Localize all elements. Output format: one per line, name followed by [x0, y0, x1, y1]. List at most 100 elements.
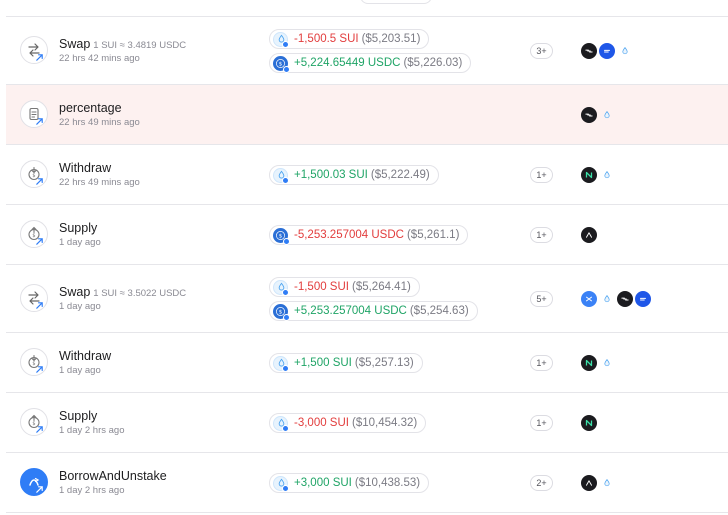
transaction-time: 1 day ago: [59, 301, 101, 312]
arrow-protocol-logo-icon: [581, 227, 597, 243]
amount-pill: +1,500 SUI ($5,257.13): [269, 353, 423, 373]
protocol-logos: [581, 355, 615, 371]
transaction-type: Supply: [59, 221, 97, 235]
navy-dash-logo-icon: [635, 291, 651, 307]
navi-logo-icon: [581, 355, 597, 371]
transaction-row[interactable]: $ Withdraw 22 hrs 49 mins ago +1,500.03 SUI…: [6, 145, 728, 205]
interaction-count-badge[interactable]: 5+: [530, 291, 553, 307]
amount-pill: -1,500 SUI ($5,264.41): [269, 277, 420, 297]
transaction-time: 22 hrs 42 mins ago: [59, 53, 140, 64]
sui-drop-logo-icon: [599, 167, 615, 183]
transaction-list: Swap 1 SUI ≈ 3.4819 USDC 22 hrs 42 mins ag…: [0, 0, 728, 515]
transaction-type: Withdraw: [59, 349, 111, 363]
transaction-row[interactable]: percentage 22 hrs 49 mins ago: [6, 85, 728, 145]
interaction-count-badge[interactable]: 2+: [530, 475, 553, 491]
svg-text:$: $: [279, 61, 283, 67]
swap-icon: [20, 284, 48, 312]
usd-value: ($5,222.49): [370, 169, 430, 181]
transaction-type-label: Swap: [59, 285, 91, 299]
token-amount: -1,500.5 SUI: [294, 33, 359, 45]
amount-pill: $ -5,253.257004 USDC ($5,261.1): [269, 225, 469, 245]
protocol-logos: [581, 227, 597, 243]
supply-icon: $: [20, 408, 48, 436]
token-amount: +3,000 SUI: [294, 477, 352, 489]
dark-stripes-logo-icon: [581, 43, 597, 59]
dark-stripes-logo-icon: [581, 107, 597, 123]
navi-logo-icon: [581, 167, 597, 183]
transaction-type: Swap 1 SUI ≈ 3.4819 USDC: [59, 37, 186, 51]
transaction-row[interactable]: Swap 1 SUI ≈ 3.5022 USDC 1 day ago -1,500 S…: [6, 265, 728, 333]
transaction-time: 22 hrs 49 mins ago: [59, 177, 140, 188]
token-amount: -1,500 SUI: [294, 281, 349, 293]
amount-pill: -1,500.5 SUI ($5,203.51): [269, 29, 430, 49]
protocol-logos: [581, 43, 633, 59]
usd-value: ($5,203.51): [361, 33, 421, 45]
swap-rate: 1 SUI ≈ 3.4819 USDC: [93, 40, 187, 51]
sui-drop-logo-icon: [599, 291, 615, 307]
transaction-type-label: percentage: [59, 101, 122, 115]
transaction-type-label: Swap: [59, 37, 91, 51]
transaction-row[interactable]: Swap 1 SUI ≈ 3.4819 USDC 22 hrs 42 mins ag…: [6, 17, 728, 85]
usdc-coin-icon: $: [273, 55, 290, 73]
arrow-protocol-logo-icon: [581, 475, 597, 491]
interaction-count-badge[interactable]: 1+: [530, 167, 553, 183]
previous-row-amount-pill: [360, 0, 432, 4]
transaction-row[interactable]: $ Supply 1 day 2 hrs ago -3,000 SUI ($10,454…: [6, 393, 728, 453]
token-amount: +5,224.65449 USDC: [294, 57, 401, 69]
amount-pill: -3,000 SUI ($10,454.32): [269, 413, 427, 433]
usd-value: ($5,226.03): [403, 57, 463, 69]
transaction-time: 22 hrs 49 mins ago: [59, 117, 140, 128]
interaction-count-badge[interactable]: 1+: [530, 415, 553, 431]
transaction-type-label: Supply: [59, 221, 98, 235]
transaction-row[interactable]: $ Supply 1 day ago $ -5,253.257004 USDC ($5,2…: [6, 205, 728, 265]
svg-text:$: $: [279, 309, 283, 315]
token-amount: +1,500.03 SUI: [294, 169, 368, 181]
usd-value: ($10,438.53): [354, 477, 421, 489]
navy-dash-logo-icon: [599, 43, 615, 59]
transaction-type: Supply: [59, 409, 97, 423]
interaction-count-badge[interactable]: 1+: [530, 355, 553, 371]
token-amount: -3,000 SUI: [294, 417, 349, 429]
transaction-type-label: Withdraw: [59, 161, 112, 175]
withdraw-icon: $: [20, 348, 48, 376]
usd-value: ($5,257.13): [354, 357, 414, 369]
sui-coin-icon: [273, 415, 289, 432]
withdraw-icon: $: [20, 160, 48, 188]
usdc-coin-icon: $: [273, 303, 290, 321]
protocol-logos: [581, 107, 615, 123]
sui-coin-icon: [273, 355, 289, 372]
document-icon: [20, 100, 48, 128]
svg-text:$: $: [279, 233, 283, 239]
sui-coin-icon: [273, 31, 289, 48]
amount-pill: $ +5,224.65449 USDC ($5,226.03): [269, 53, 472, 73]
amount-pill: +1,500.03 SUI ($5,222.49): [269, 165, 439, 185]
transaction-time: 1 day ago: [59, 237, 101, 248]
transaction-time: 1 day ago: [59, 365, 101, 376]
token-amount: -5,253.257004 USDC: [294, 229, 404, 241]
token-amount: +5,253.257004 USDC: [294, 305, 407, 317]
usd-value: ($5,254.63): [409, 305, 469, 317]
swap-icon: [20, 36, 48, 64]
sui-coin-icon: [273, 279, 289, 296]
sui-coin-icon: [273, 475, 289, 492]
transaction-type: percentage: [59, 101, 122, 115]
protocol-logos: [581, 415, 597, 431]
interaction-count-badge[interactable]: 3+: [530, 43, 553, 59]
transaction-type-label: BorrowAndUnstake: [59, 469, 167, 483]
swap-rate: 1 SUI ≈ 3.5022 USDC: [93, 288, 187, 299]
blue-x-logo-icon: [581, 291, 597, 307]
transaction-type-label: Supply: [59, 409, 98, 423]
transaction-type: BorrowAndUnstake: [59, 469, 167, 483]
sui-drop-logo-icon: [599, 355, 615, 371]
sui-coin-icon: [273, 167, 289, 184]
borrow-unstake-icon: [20, 468, 48, 496]
sui-drop-logo-icon: [599, 107, 615, 123]
transaction-time: 1 day 2 hrs ago: [59, 485, 125, 496]
interaction-count-badge[interactable]: 1+: [530, 227, 553, 243]
navi-logo-icon: [581, 415, 597, 431]
transaction-row[interactable]: $ Withdraw 1 day ago +1,500 SUI ($5,257.13) 1…: [6, 333, 728, 393]
supply-icon: $: [20, 220, 48, 248]
protocol-logos: [581, 167, 615, 183]
transaction-row[interactable]: BorrowAndUnstake 1 day 2 hrs ago +3,000 SU…: [6, 453, 728, 513]
token-amount: +1,500 SUI: [294, 357, 352, 369]
